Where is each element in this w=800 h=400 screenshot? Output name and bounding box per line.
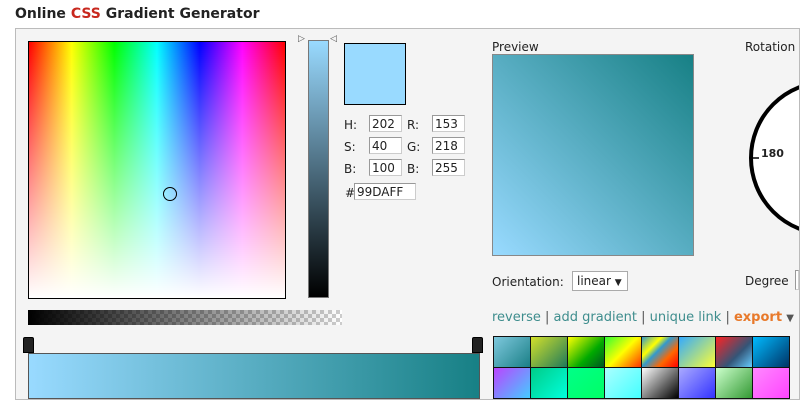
- preset-gradient-swatch[interactable]: [605, 337, 641, 367]
- action-links: reverse | add gradient | unique link | e…: [492, 310, 794, 325]
- preset-gradient-swatch[interactable]: [531, 337, 567, 367]
- r-input[interactable]: 153: [432, 115, 465, 132]
- rotation-label: Rotation: [745, 40, 796, 54]
- preset-gradient-swatch[interactable]: [679, 337, 715, 367]
- preset-gradient-swatch[interactable]: [716, 368, 752, 398]
- title-rest: Gradient Generator: [105, 6, 260, 22]
- b-label: B:: [344, 162, 357, 176]
- s-input[interactable]: 40: [369, 137, 402, 154]
- blue-label: B:: [407, 162, 420, 176]
- degree-label: Degree: [745, 274, 789, 288]
- preset-gradient-swatch[interactable]: [716, 337, 752, 367]
- picker-cursor[interactable]: [163, 187, 177, 201]
- preset-gradient-swatch[interactable]: [494, 337, 530, 367]
- g-input[interactable]: 218: [432, 137, 465, 154]
- preset-gradient-swatch[interactable]: [679, 368, 715, 398]
- brightness-input[interactable]: 100: [369, 159, 402, 176]
- gradient-bar[interactable]: [28, 353, 480, 399]
- dial-tick-180: 180: [761, 147, 784, 160]
- preset-gradient-swatch[interactable]: [605, 368, 641, 398]
- h-input[interactable]: 202: [369, 115, 402, 132]
- degree-input[interactable]: [795, 270, 799, 290]
- unique-link[interactable]: unique link: [650, 310, 722, 325]
- hex-input[interactable]: 99DAFF: [354, 183, 416, 200]
- preset-gradient-swatch[interactable]: [568, 368, 604, 398]
- dropdown-arrow-icon: ▼: [614, 278, 622, 288]
- add-gradient-link[interactable]: add gradient: [554, 310, 637, 325]
- gradient-stop-handle[interactable]: [472, 337, 483, 353]
- h-label: H:: [344, 118, 358, 132]
- orientation-value: linear: [577, 274, 611, 288]
- export-dropdown-icon[interactable]: ▼: [786, 313, 794, 324]
- slider-arrow-left-icon[interactable]: ▷: [298, 34, 305, 44]
- preset-gradient-swatch[interactable]: [642, 337, 678, 367]
- title-online: Online: [15, 6, 66, 22]
- separator: |: [545, 310, 550, 325]
- preset-gradient-swatch[interactable]: [531, 368, 567, 398]
- gradient-preview: [492, 54, 694, 256]
- separator: |: [641, 310, 646, 325]
- s-label: S:: [344, 140, 356, 154]
- hue-slider[interactable]: [308, 40, 329, 298]
- title-css: CSS: [70, 6, 101, 22]
- saturation-brightness-picker[interactable]: [28, 41, 286, 299]
- reverse-link[interactable]: reverse: [492, 310, 541, 325]
- preset-gradient-swatch[interactable]: [568, 337, 604, 367]
- preset-gradients-grid: [493, 336, 790, 399]
- preset-gradient-swatch[interactable]: [753, 368, 789, 398]
- slider-arrow-right-icon[interactable]: ◁: [330, 34, 337, 44]
- opacity-strip[interactable]: [28, 310, 342, 325]
- export-link[interactable]: export: [734, 310, 782, 325]
- separator: |: [725, 310, 730, 325]
- orientation-select[interactable]: linear ▼: [572, 271, 628, 291]
- r-label: R:: [407, 118, 420, 132]
- orientation-label: Orientation:: [492, 275, 564, 289]
- preview-label: Preview: [492, 40, 539, 54]
- preset-gradient-swatch[interactable]: [494, 368, 530, 398]
- color-swatch: [344, 43, 406, 105]
- page-title: Online CSS Gradient Generator: [15, 6, 259, 22]
- preset-gradient-swatch[interactable]: [642, 368, 678, 398]
- gradient-stop-handle[interactable]: [23, 337, 34, 353]
- g-label: G:: [407, 140, 421, 154]
- blue-input[interactable]: 255: [432, 159, 465, 176]
- preset-gradient-swatch[interactable]: [753, 337, 789, 367]
